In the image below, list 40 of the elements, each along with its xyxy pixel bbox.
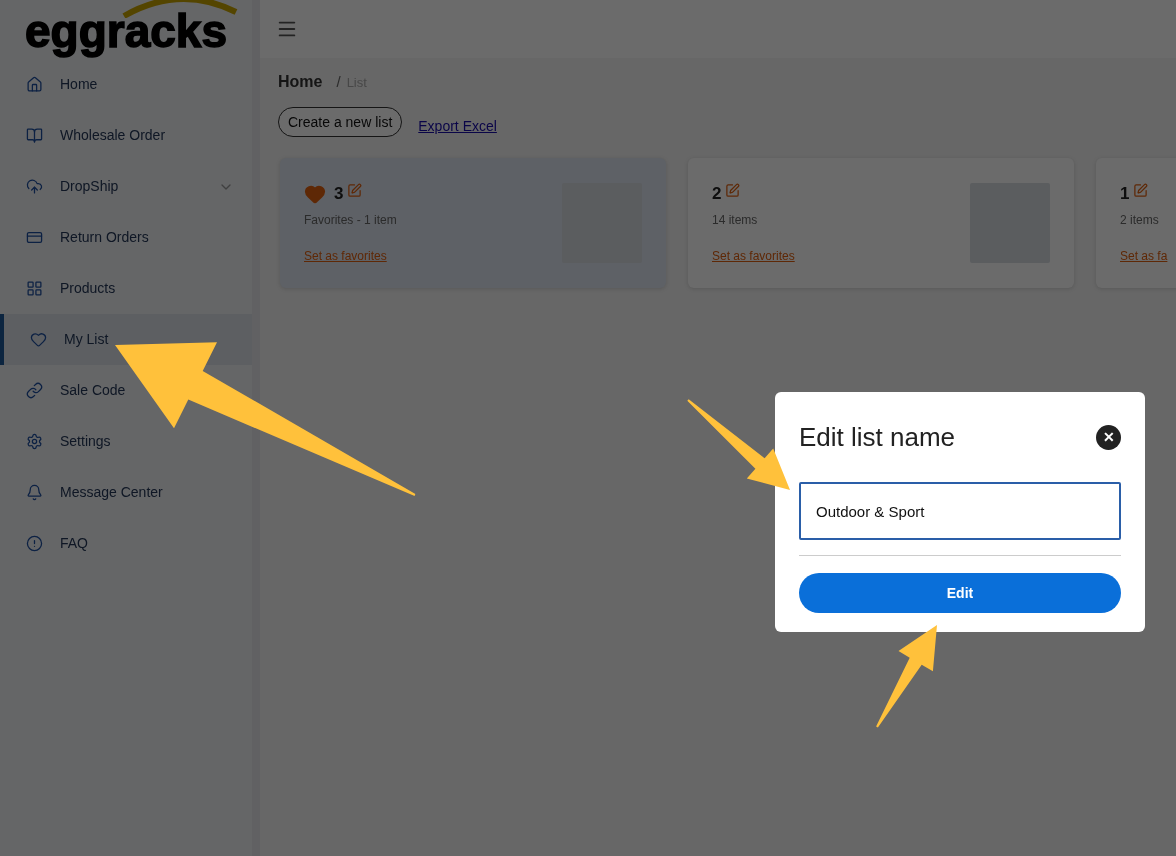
- alert-icon: [26, 535, 43, 552]
- sidebar-item[interactable]: Products: [0, 263, 252, 314]
- book-icon: [26, 127, 43, 144]
- breadcrumb-separator: /: [336, 72, 341, 92]
- set-favorites-link[interactable]: Set as favorites: [712, 246, 970, 265]
- sidebar-item[interactable]: DropShip: [0, 161, 252, 212]
- edit-icon[interactable]: [1133, 182, 1149, 198]
- set-favorites-link[interactable]: Set as fa: [1120, 246, 1176, 265]
- settings-icon: [26, 433, 43, 450]
- grid-icon: [26, 280, 43, 297]
- close-button[interactable]: ✕: [1096, 425, 1121, 450]
- dialog-title: Edit list name: [799, 421, 956, 454]
- edit-icon[interactable]: [347, 182, 363, 198]
- edit-button[interactable]: Edit: [799, 573, 1121, 613]
- create-list-button[interactable]: Create a new list: [278, 107, 403, 137]
- list-name-input[interactable]: Outdoor & Sport: [799, 482, 1121, 540]
- logo: eggracks: [25, 8, 227, 58]
- bell-icon: [26, 484, 43, 501]
- list-name: 3: [334, 183, 344, 206]
- export-excel-link[interactable]: Export Excel: [418, 115, 497, 137]
- list-subtitle: 2 items: [1120, 211, 1160, 229]
- cloud-upload-icon: [26, 178, 43, 195]
- sidebar-item[interactable]: Wholesale Order: [0, 110, 252, 161]
- card-icon: [26, 229, 43, 246]
- heart-icon: [30, 331, 47, 348]
- edit-icon[interactable]: [725, 182, 741, 198]
- sidebar-item[interactable]: FAQ: [0, 518, 252, 569]
- list-card[interactable]: 1 2 items Set as fa: [1096, 158, 1176, 288]
- list-subtitle: Favorites - 1 item: [304, 211, 398, 229]
- link-icon: [26, 382, 43, 399]
- list-card[interactable]: 3 Favorites - 1 item Set as favorites: [280, 158, 666, 288]
- home-icon: [26, 76, 43, 93]
- breadcrumb-link[interactable]: Home: [278, 70, 323, 94]
- list-subtitle: 14 items: [712, 211, 759, 229]
- sidebar-item[interactable]: Return Orders: [0, 212, 252, 263]
- sidebar-item[interactable]: Home: [0, 59, 252, 110]
- set-favorites-link[interactable]: Set as favorites: [304, 246, 562, 265]
- list-name: 2: [712, 183, 722, 206]
- list-name: 1: [1120, 183, 1130, 206]
- list-card[interactable]: 2 14 items Set as favorites: [688, 158, 1074, 288]
